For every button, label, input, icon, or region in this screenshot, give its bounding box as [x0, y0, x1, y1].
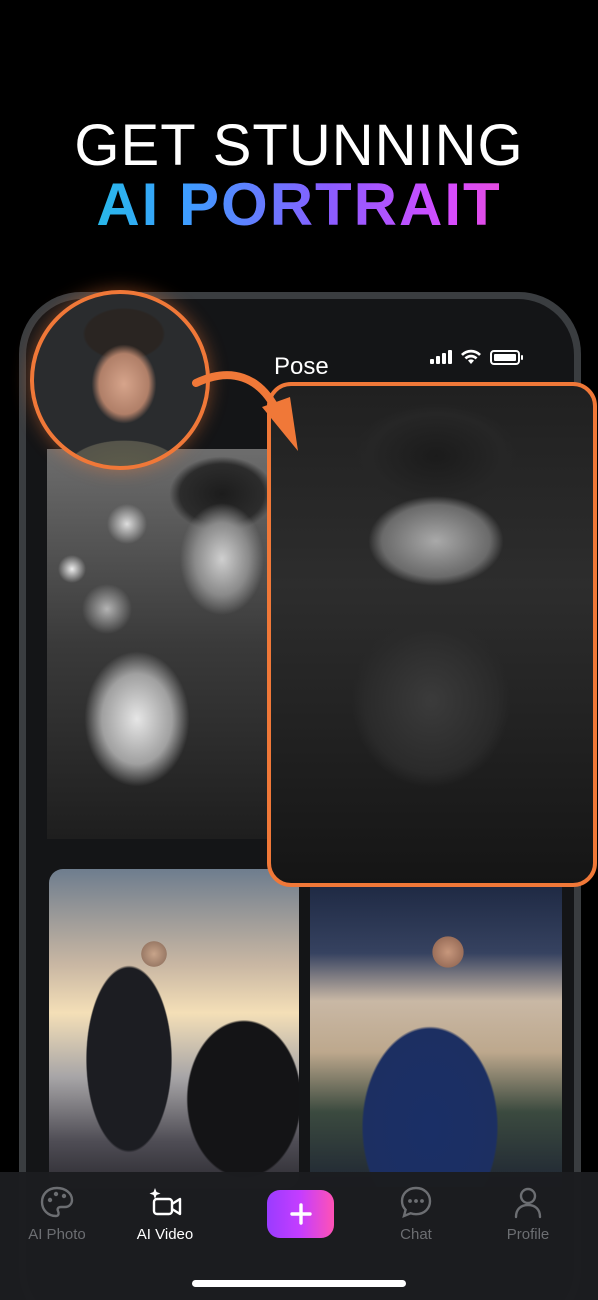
- tab-profile[interactable]: Profile: [473, 1182, 583, 1243]
- create-button[interactable]: [267, 1190, 334, 1238]
- tab-ai-photo[interactable]: AI Photo: [2, 1182, 112, 1243]
- headline-line-1: GET STUNNING: [74, 113, 524, 178]
- source-face-avatar: [30, 290, 210, 470]
- tab-chat[interactable]: Chat: [361, 1182, 471, 1243]
- plus-icon: [289, 1203, 312, 1225]
- portrait-horse-photo[interactable]: [49, 869, 299, 1189]
- tab-label: AI Video: [136, 1226, 194, 1243]
- status-bar: [430, 349, 523, 365]
- curved-arrow-icon: [192, 371, 298, 451]
- tab-label: AI Photo: [28, 1226, 86, 1243]
- portrait-wolf-photo[interactable]: [267, 382, 597, 887]
- palette-icon: [40, 1186, 74, 1218]
- chat-bubble-icon: [400, 1186, 432, 1219]
- wifi-icon: [461, 349, 481, 364]
- home-indicator: [192, 1280, 406, 1287]
- video-camera-sparkle-icon: [149, 1188, 182, 1216]
- tab-ai-video[interactable]: AI Video: [110, 1182, 220, 1243]
- battery-icon: [490, 349, 523, 365]
- portrait-suit-photo[interactable]: [310, 887, 562, 1187]
- person-icon: [514, 1187, 542, 1219]
- tab-label: Profile: [506, 1226, 550, 1243]
- headline-line-2: AI PORTRAIT: [0, 170, 598, 239]
- tab-label: Chat: [400, 1226, 432, 1243]
- cellular-signal-icon: [430, 350, 452, 364]
